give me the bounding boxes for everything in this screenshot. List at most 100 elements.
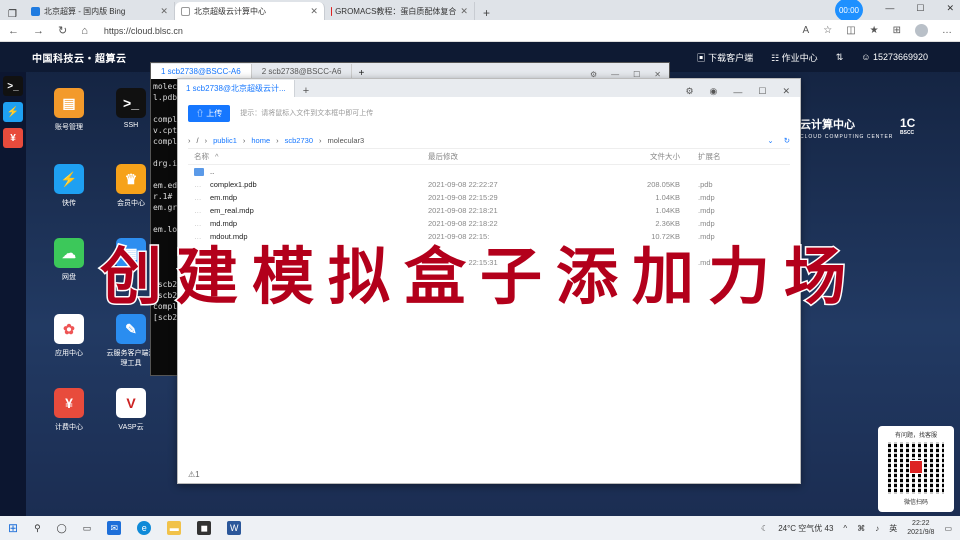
col-name[interactable]: 名称 ^ xyxy=(188,151,428,162)
restore-icon[interactable]: ◉ xyxy=(710,86,718,97)
minimize-icon[interactable]: — xyxy=(733,87,742,97)
close-icon[interactable]: ✕ xyxy=(460,6,468,17)
account-manage-icon[interactable]: ▤ 账号管理 xyxy=(42,88,96,132)
close-icon[interactable]: ✕ xyxy=(310,6,318,17)
browser-toolbar: A ☆ ◫ ★ ⊞ … xyxy=(803,24,952,37)
refresh-icon[interactable]: ↻ xyxy=(58,24,67,37)
user-phone[interactable]: ☺ 15273669920 xyxy=(861,52,928,62)
refresh-icon[interactable]: ↻ xyxy=(784,136,790,145)
topbar-actions: ▣ 下载客户端 ☷ 作业中心 ⇅ ☺ 15273669920 xyxy=(697,51,928,64)
cleaner-tool-glyph: ✎ xyxy=(116,314,146,344)
collections-icon[interactable]: ⊞ xyxy=(893,25,901,36)
support-qr[interactable]: 有问题，找客服 微信扫码 xyxy=(878,426,954,512)
windows-start-icon[interactable]: ⊞ xyxy=(8,521,18,535)
billing-center-icon[interactable]: ¥ 计费中心 xyxy=(42,388,96,432)
file-size: 1.04KB xyxy=(655,206,680,215)
app-center-glyph: ✿ xyxy=(54,314,84,344)
sort-icon[interactable]: ⇅ xyxy=(836,52,844,63)
terminal-tab-2[interactable]: 2 scb2738@BSCC-A6 xyxy=(252,64,353,79)
folder-icon[interactable]: ▬ xyxy=(167,521,182,535)
add-tab-icon[interactable]: + xyxy=(295,85,317,97)
weather-text[interactable]: 24°C 空气优 43 xyxy=(778,523,833,534)
maximize-icon[interactable]: ☐ xyxy=(916,3,924,14)
table-header: 名称 ^ 最后修改 文件大小 扩展名 xyxy=(188,149,790,165)
tab-actions-icon[interactable]: ❐ xyxy=(0,9,25,20)
breadcrumb-current[interactable]: molecular3 xyxy=(328,136,365,145)
folder-icon xyxy=(194,167,204,176)
vasp-cloud-glyph: V xyxy=(116,388,146,418)
breadcrumb-arrow-icon[interactable]: › xyxy=(188,136,191,145)
ssh-dock-icon[interactable]: >_ xyxy=(3,76,23,96)
close-window-icon[interactable]: ✕ xyxy=(946,3,954,14)
file-size: 1.04KB xyxy=(655,193,680,202)
new-tab-button[interactable]: + xyxy=(475,6,498,20)
back-icon[interactable]: ← xyxy=(8,25,19,37)
ime-indicator[interactable]: 英 xyxy=(889,523,897,534)
close-icon[interactable]: ✕ xyxy=(160,6,168,17)
col-date[interactable]: 最后修改 xyxy=(428,151,578,162)
file-manager-tab[interactable]: 1 scb2738@北京超级云计... xyxy=(178,80,295,97)
notification-icon[interactable]: ▭ xyxy=(944,524,952,533)
settings-icon[interactable]: ⚙ xyxy=(685,86,693,97)
tab-gromacs[interactable]: GROMACS教程：蛋白质配体复合 ✕ xyxy=(325,2,475,20)
table-row[interactable]: … em.mdp 2021-09-08 22:15:29 1.04KB .mdp xyxy=(188,191,790,204)
url-input[interactable]: https://cloud.blsc.cn xyxy=(104,26,183,36)
task-view-icon[interactable]: ◯ xyxy=(57,523,67,534)
avatar[interactable] xyxy=(915,24,928,37)
search-icon[interactable]: ⚲ xyxy=(34,523,41,534)
breadcrumb-home[interactable]: home xyxy=(251,136,270,145)
file-name: … complex1.pdb xyxy=(194,180,257,189)
clock[interactable]: 22:22 2021/9/8 xyxy=(907,519,934,537)
video-title-overlay: 创建模拟盒子添加力场 xyxy=(98,239,860,315)
breadcrumb-public1[interactable]: public1 xyxy=(213,136,237,145)
file-date: 2021-09-08 22:18:21 xyxy=(428,206,498,215)
terminal-tabs: 1 scb2738@BSCC-A6 2 scb2738@BSCC-A6 + ⚙ —… xyxy=(151,63,669,79)
ssh-glyph: >_ xyxy=(116,88,146,118)
fast-transfer-icon[interactable]: ⚡ 快传 xyxy=(42,164,96,208)
breadcrumb: › / › public1 › home › scb2730 › molecular3 … xyxy=(188,133,790,149)
job-center-link[interactable]: ☷ 作业中心 xyxy=(771,51,818,64)
app-center-icon[interactable]: ✿ 应用中心 xyxy=(42,314,96,358)
edge-icon[interactable]: e xyxy=(137,521,152,535)
col-size[interactable]: 文件大小 xyxy=(578,151,688,162)
forward-icon[interactable]: → xyxy=(33,25,44,37)
table-row[interactable]: … em_real.mdp 2021-09-08 22:18:21 1.04KB .md… xyxy=(188,204,790,217)
read-aloud-icon[interactable]: A xyxy=(803,25,810,36)
store-icon[interactable]: ◼ xyxy=(197,521,212,535)
breadcrumb-root[interactable]: / xyxy=(197,136,199,145)
split-icon[interactable]: ◫ xyxy=(846,25,855,36)
tab-bing[interactable]: 北京超算 - 国内版 Bing ✕ xyxy=(25,2,175,20)
home-icon[interactable]: ⌂ xyxy=(81,25,88,37)
network-icon[interactable]: ⌘ xyxy=(857,524,865,533)
file-manager-tabs: 1 scb2738@北京超级云计... + ⚙ ◉ — ☐ ✕ xyxy=(178,79,800,97)
fasttransfer-dock-icon[interactable]: ⚡ xyxy=(3,102,23,122)
more-icon[interactable]: … xyxy=(942,25,952,36)
table-row[interactable]: … complex1.pdb 2021-09-08 22:22:27 208.05KB… xyxy=(188,178,790,191)
close-icon[interactable]: ✕ xyxy=(782,86,790,97)
chevron-down-icon[interactable]: ⌄ xyxy=(767,136,773,145)
widgets-icon[interactable]: ▭ xyxy=(83,523,92,534)
maximize-icon[interactable]: ☐ xyxy=(758,86,766,97)
table-row[interactable]: .. xyxy=(188,165,790,178)
tray-arrow-icon[interactable]: ^ xyxy=(843,524,847,533)
volume-icon[interactable]: ♪ xyxy=(875,524,879,533)
word-icon[interactable]: W xyxy=(227,521,242,535)
billing-dock-icon[interactable]: ¥ xyxy=(3,128,23,148)
file-name: … em_real.mdp xyxy=(194,206,254,215)
col-type[interactable]: 扩展名 xyxy=(688,151,748,162)
minimize-icon[interactable]: — xyxy=(885,3,894,14)
fast-transfer-glyph: ⚡ xyxy=(54,164,84,194)
download-client-link[interactable]: ▣ 下载客户端 xyxy=(697,51,754,64)
upload-button[interactable]: ⇧ 上传 xyxy=(188,104,231,122)
file-type: .mdp xyxy=(698,193,715,202)
file-name: … em.mdp xyxy=(194,193,238,202)
weather-icon[interactable]: ☾ xyxy=(761,524,768,533)
favorite-icon[interactable]: ☆ xyxy=(823,25,832,36)
breadcrumb-user[interactable]: scb2730 xyxy=(285,136,313,145)
qr-logo xyxy=(909,460,923,474)
mail-icon[interactable]: ✉ xyxy=(107,521,122,535)
terminal-tab-1[interactable]: 1 scb2738@BSCC-A6 xyxy=(151,64,252,79)
favorites-icon[interactable]: ★ xyxy=(870,25,879,36)
vasp-cloud-icon[interactable]: V VASP云 xyxy=(104,388,158,432)
tab-bscc[interactable]: 北京超级云计算中心 ✕ xyxy=(174,2,325,20)
